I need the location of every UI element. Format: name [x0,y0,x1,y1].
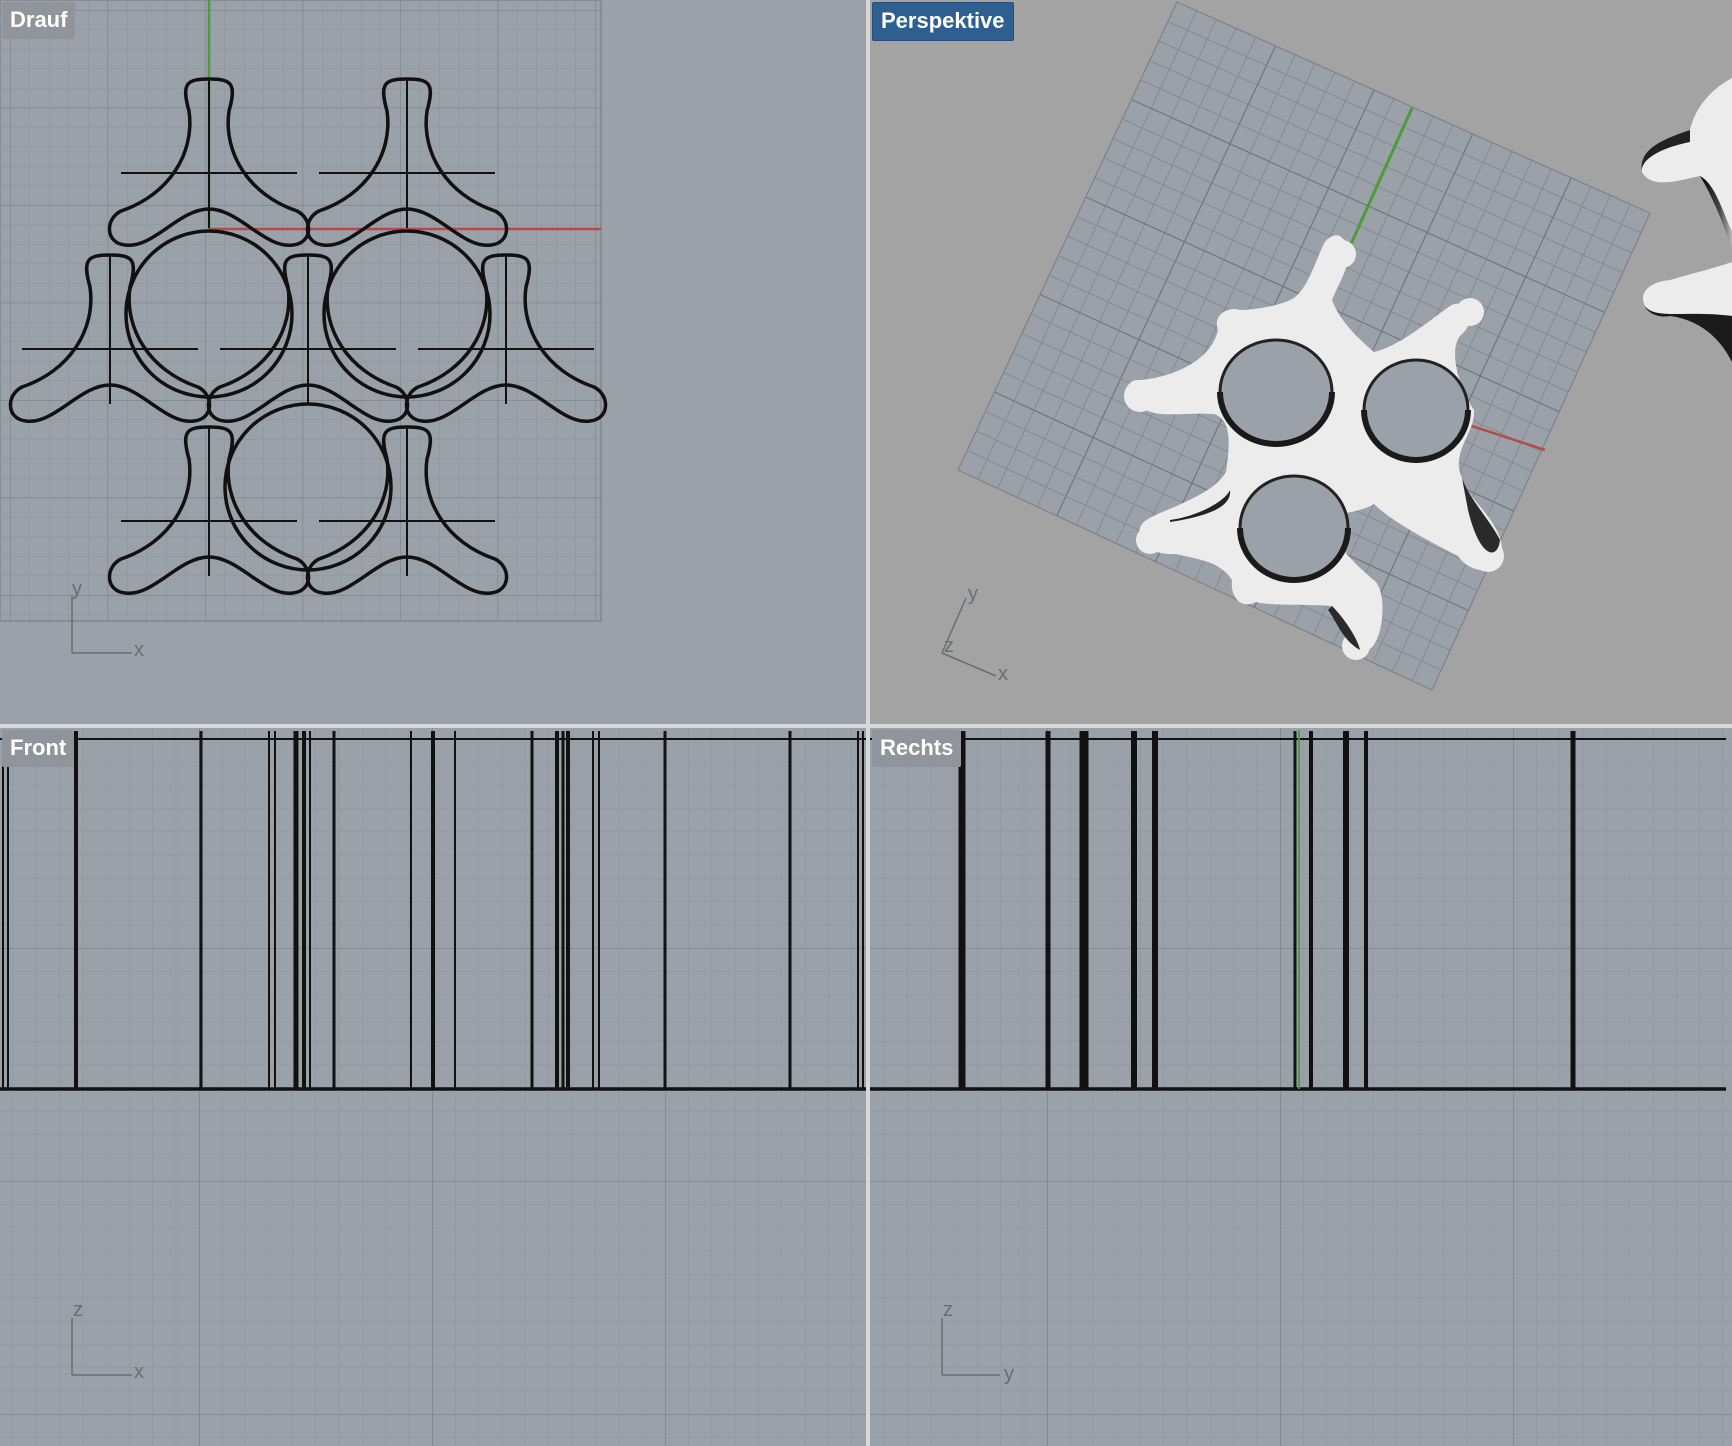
top-view-canvas[interactable]: x y [0,0,866,724]
viewport-title-front[interactable]: Front [2,730,75,767]
axis-label-z: z [944,635,954,657]
viewport-perspective[interactable]: x y z Perspektive [870,0,1732,724]
axis-label-y: y [968,583,978,605]
viewport-title-perspective[interactable]: Perspektive [872,2,1014,41]
axis-label-y: y [1004,1363,1014,1385]
viewport-front[interactable]: x z Front [0,728,866,1446]
axis-label-x: x [998,663,1008,685]
axis-label-x: x [134,639,144,661]
viewport-title-top[interactable]: Drauf [2,2,76,39]
viewport-title-right[interactable]: Rechts [872,730,962,767]
axis-label-z: z [943,1299,953,1321]
axis-label-y: y [72,578,82,600]
viewport-right[interactable]: y z Rechts [870,728,1732,1446]
right-view-canvas[interactable]: y z [870,728,1732,1446]
perspective-view-canvas[interactable]: x y z [870,0,1732,724]
front-view-canvas[interactable]: x z [0,728,866,1446]
viewport-top[interactable]: x y Drauf [0,0,866,724]
axis-label-x: x [134,1361,144,1383]
axis-label-z: z [73,1299,83,1321]
